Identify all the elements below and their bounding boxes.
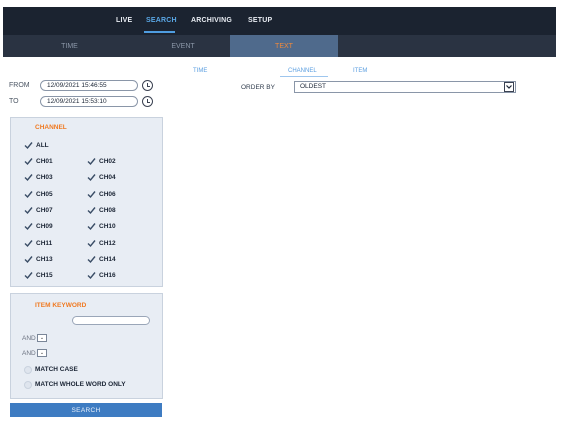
- channel-label-ch16: CH16: [99, 272, 116, 280]
- order-by-value: OLDEST: [300, 83, 327, 90]
- channel-checkbox-ch07[interactable]: [24, 206, 33, 215]
- tab-bar: TIME EVENT TEXT: [3, 35, 556, 57]
- channel-checkbox-ch13[interactable]: [24, 255, 33, 264]
- checkmark-icon: [87, 223, 96, 231]
- channel-checkbox-ch03[interactable]: [24, 173, 33, 182]
- nav-archiving[interactable]: ARCHIVING: [191, 17, 232, 24]
- and-dropdown-1[interactable]: ⌄: [37, 334, 47, 342]
- subtab-item[interactable]: ITEM: [353, 68, 367, 74]
- channel-label-ch13: CH13: [36, 255, 53, 263]
- checkmark-icon: [87, 206, 96, 214]
- checkmark-icon: [24, 272, 33, 280]
- channel-label-ch07: CH07: [36, 206, 53, 214]
- from-clock-icon[interactable]: [142, 80, 153, 91]
- channel-label-ch03: CH03: [36, 174, 53, 182]
- subtab-active-indicator: [280, 76, 328, 77]
- chevron-down-icon[interactable]: [504, 82, 514, 92]
- to-label: TO: [9, 98, 19, 105]
- channel-label-ch04: CH04: [99, 174, 116, 182]
- tab-text[interactable]: TEXT: [230, 35, 338, 57]
- checkmark-icon: [24, 142, 33, 150]
- channel-all-label: ALL: [36, 142, 49, 149]
- from-datetime-field[interactable]: 12/09/2021 15:46:55: [40, 80, 138, 91]
- search-button[interactable]: SEARCH: [10, 403, 162, 417]
- channel-label-ch02: CH02: [99, 158, 116, 165]
- channel-checkbox-ch16[interactable]: [87, 271, 96, 280]
- channel-checkbox-ch10[interactable]: [87, 222, 96, 231]
- to-datetime-field[interactable]: 12/09/2021 15:53:10: [40, 96, 138, 107]
- and-label-1: AND: [22, 335, 36, 342]
- tab-time[interactable]: TIME: [3, 35, 136, 57]
- channel-title: CHANNEL: [35, 124, 67, 131]
- checkmark-icon: [87, 272, 96, 280]
- tab-event[interactable]: EVENT: [136, 35, 230, 57]
- channel-checkbox-ch04[interactable]: [87, 173, 96, 182]
- order-by-select[interactable]: OLDEST: [294, 81, 516, 93]
- channel-label-ch12: CH12: [99, 239, 116, 247]
- match-whole-label: MATCH WHOLE WORD ONLY: [35, 381, 126, 388]
- checkmark-icon: [24, 239, 33, 247]
- channel-checkbox-ch14[interactable]: [87, 255, 96, 264]
- checkmark-icon: [24, 206, 33, 214]
- channel-label-ch10: CH10: [99, 223, 116, 231]
- channel-checkbox-ch11[interactable]: [24, 239, 33, 248]
- checkmark-icon: [87, 255, 96, 263]
- checkmark-icon: [87, 239, 96, 247]
- channel-label-ch09: CH09: [36, 223, 53, 231]
- nav-live[interactable]: LIVE: [116, 17, 132, 24]
- order-by-label: ORDER BY: [241, 84, 275, 91]
- match-case-radio[interactable]: [24, 366, 32, 374]
- and-label-2: AND: [22, 350, 36, 357]
- channel-label-ch05: CH05: [36, 190, 53, 198]
- channel-checkbox-ch06[interactable]: [87, 190, 96, 199]
- channel-checkbox-ch01[interactable]: [24, 157, 33, 166]
- checkmark-icon: [24, 158, 33, 166]
- checkmark-icon: [24, 223, 33, 231]
- channel-label-ch14: CH14: [99, 255, 116, 263]
- channel-checkbox-ch02[interactable]: [87, 157, 96, 166]
- checkmark-icon: [24, 255, 33, 263]
- nav-setup[interactable]: SETUP: [248, 17, 272, 24]
- channel-label-ch01: CH01: [36, 158, 53, 165]
- channel-checkbox-ch08[interactable]: [87, 206, 96, 215]
- keyword-title: ITEM KEYWORD: [35, 302, 87, 309]
- channel-label-ch15: CH15: [36, 272, 53, 280]
- checkmark-icon: [87, 158, 96, 166]
- checkmark-icon: [24, 174, 33, 182]
- nav-search[interactable]: SEARCH: [146, 17, 177, 24]
- subtab-channel[interactable]: CHANNEL: [288, 68, 317, 74]
- checkmark-icon: [24, 190, 33, 198]
- channel-checkbox-ch09[interactable]: [24, 222, 33, 231]
- to-clock-icon[interactable]: [142, 96, 153, 107]
- match-whole-radio[interactable]: [24, 381, 32, 389]
- nav-active-indicator: [144, 31, 175, 33]
- channel-label-ch06: CH06: [99, 190, 116, 198]
- channel-all-checkbox[interactable]: [24, 141, 33, 150]
- channel-checkbox-ch05[interactable]: [24, 190, 33, 199]
- checkmark-icon: [87, 174, 96, 182]
- channel-checkbox-ch12[interactable]: [87, 239, 96, 248]
- from-label: FROM: [9, 82, 30, 89]
- channel-label-ch08: CH08: [99, 206, 116, 214]
- channel-checkbox-ch15[interactable]: [24, 271, 33, 280]
- top-nav: LIVE SEARCH ARCHIVING SETUP: [3, 7, 556, 35]
- channel-label-ch11: CH11: [36, 239, 53, 247]
- match-case-label: MATCH CASE: [35, 366, 78, 373]
- keyword-input[interactable]: [72, 316, 150, 325]
- subtab-time[interactable]: TIME: [193, 68, 207, 74]
- and-dropdown-2[interactable]: ⌄: [37, 349, 47, 357]
- checkmark-icon: [87, 190, 96, 198]
